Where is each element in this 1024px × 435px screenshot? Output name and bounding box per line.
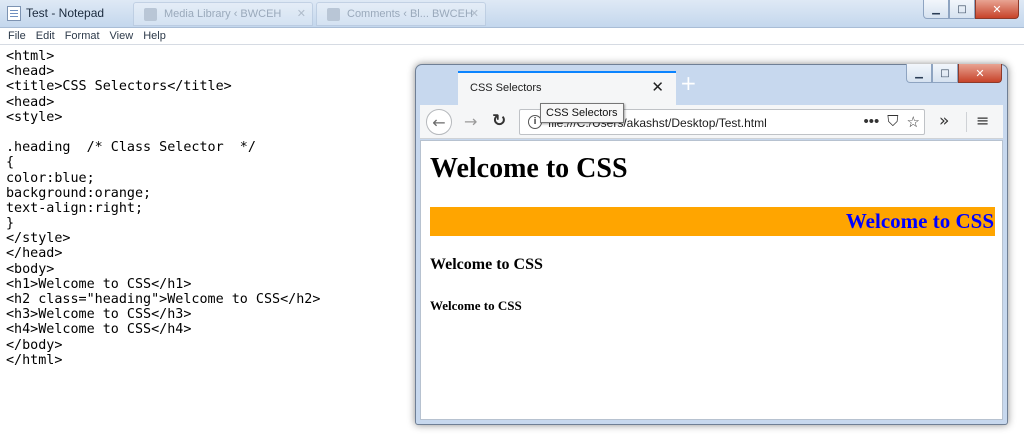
notepad-window-title: Test - Notepad [26,6,105,20]
menu-view[interactable]: View [110,28,134,44]
notepad-menubar: File Edit Format View Help [0,28,1024,45]
tab-tooltip: CSS Selectors [540,103,624,123]
background-tab-label: Media Library ‹ BWCEH [164,8,282,20]
bookmark-star-icon[interactable]: ☆ [907,113,920,131]
notepad-window-controls: ▁ □ ✕ [923,0,1019,19]
page-icon [144,8,157,21]
menu-edit[interactable]: Edit [36,28,55,44]
back-icon[interactable]: ← [426,109,452,135]
background-taskbar-tab[interactable]: Media Library ‹ BWCEH ✕ [133,2,313,26]
background-taskbar-tab[interactable]: Comments ‹ Bl... BWCEH ✕ [316,2,486,26]
page-heading-h4: Welcome to CSS [430,298,522,313]
page-heading-h3: Welcome to CSS [430,256,543,273]
minimize-button[interactable]: ▁ [906,64,932,83]
page-heading-h1: Welcome to CSS [430,153,628,184]
reload-icon[interactable]: ↻ [492,111,506,131]
close-tab-icon[interactable]: ✕ [651,78,664,96]
menu-format[interactable]: Format [65,28,100,44]
forward-icon[interactable]: → [464,112,477,131]
url-bar-actions: ••• ⛉ ☆ [864,113,920,131]
background-tab-label: Comments ‹ Bl... BWCEH [347,8,473,20]
close-button[interactable]: ✕ [958,64,1002,83]
toolbar-divider [966,112,967,132]
notepad-titlebar: Test - Notepad Media Library ‹ BWCEH ✕ C… [0,0,1024,28]
minimize-button[interactable]: ▁ [923,0,949,19]
close-button[interactable]: ✕ [975,0,1019,19]
maximize-button[interactable]: □ [932,64,958,83]
browser-window-controls: ▁ □ ✕ [906,64,1002,83]
close-icon[interactable]: ✕ [470,7,479,20]
maximize-button[interactable]: □ [949,0,975,19]
code-line: <html> [6,49,55,64]
page-icon [327,8,340,21]
more-icon[interactable]: ••• [864,113,880,131]
pocket-icon[interactable]: ⛉ [887,113,898,131]
menu-file[interactable]: File [8,28,26,44]
browser-window: CSS Selectors ✕ + ▁ □ ✕ ← → ↻ i file:///… [415,64,1008,425]
tab-title: CSS Selectors [470,82,542,94]
page-heading-h2-styled: Welcome to CSS [430,207,995,236]
browser-toolbar: ← → ↻ i file:///C:/Users/akashst/Desktop… [420,105,1003,139]
web-page-content: Welcome to CSS Welcome to CSS Welcome to… [420,140,1003,420]
tab-css-selectors[interactable]: CSS Selectors ✕ [458,71,676,105]
overflow-chevron-icon[interactable]: » [939,111,949,131]
menu-help[interactable]: Help [143,28,166,44]
close-icon[interactable]: ✕ [297,7,306,20]
notepad-app-icon [7,6,21,21]
hamburger-menu-icon[interactable]: ≡ [976,111,989,130]
new-tab-icon[interactable]: + [680,71,697,95]
